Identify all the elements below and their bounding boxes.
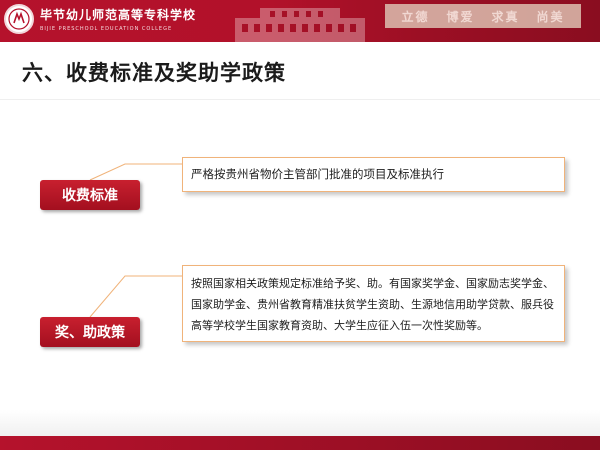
slogan-word: 求真 [491, 9, 520, 24]
fee-standard-text: 严格按贵州省物价主管部门批准的项目及标准执行 [182, 157, 565, 192]
slogan-banner: 立德 博爱 求真 尚美 [385, 4, 581, 28]
title-divider [0, 99, 600, 100]
scholarship-policy-text: 按照国家相关政策规定标准给予奖、助。有国家奖学金、国家励志奖学金、国家助学金、贵… [182, 265, 565, 342]
slogan-word: 博爱 [446, 9, 475, 24]
fee-standard-label: 收费标准 [40, 180, 140, 210]
slogan-word: 尚美 [536, 9, 565, 24]
school-name: 毕节幼儿师范高等专科学校 [40, 8, 197, 22]
header-banner: 毕节幼儿师范高等专科学校 BIJIE PRESCHOOL EDUCATION C… [0, 0, 600, 42]
footer-fade [0, 410, 600, 436]
page-title: 六、收费标准及奖助学政策 [22, 61, 286, 85]
footer-bar [0, 436, 600, 450]
scholarship-policy-label: 奖、助政策 [40, 317, 140, 347]
slogan-word: 立德 [401, 9, 430, 24]
school-name-en: BIJIE PRESCHOOL EDUCATION COLLEGE [40, 26, 173, 32]
school-seal-icon [4, 4, 34, 34]
campus-building-icon [235, 8, 365, 42]
